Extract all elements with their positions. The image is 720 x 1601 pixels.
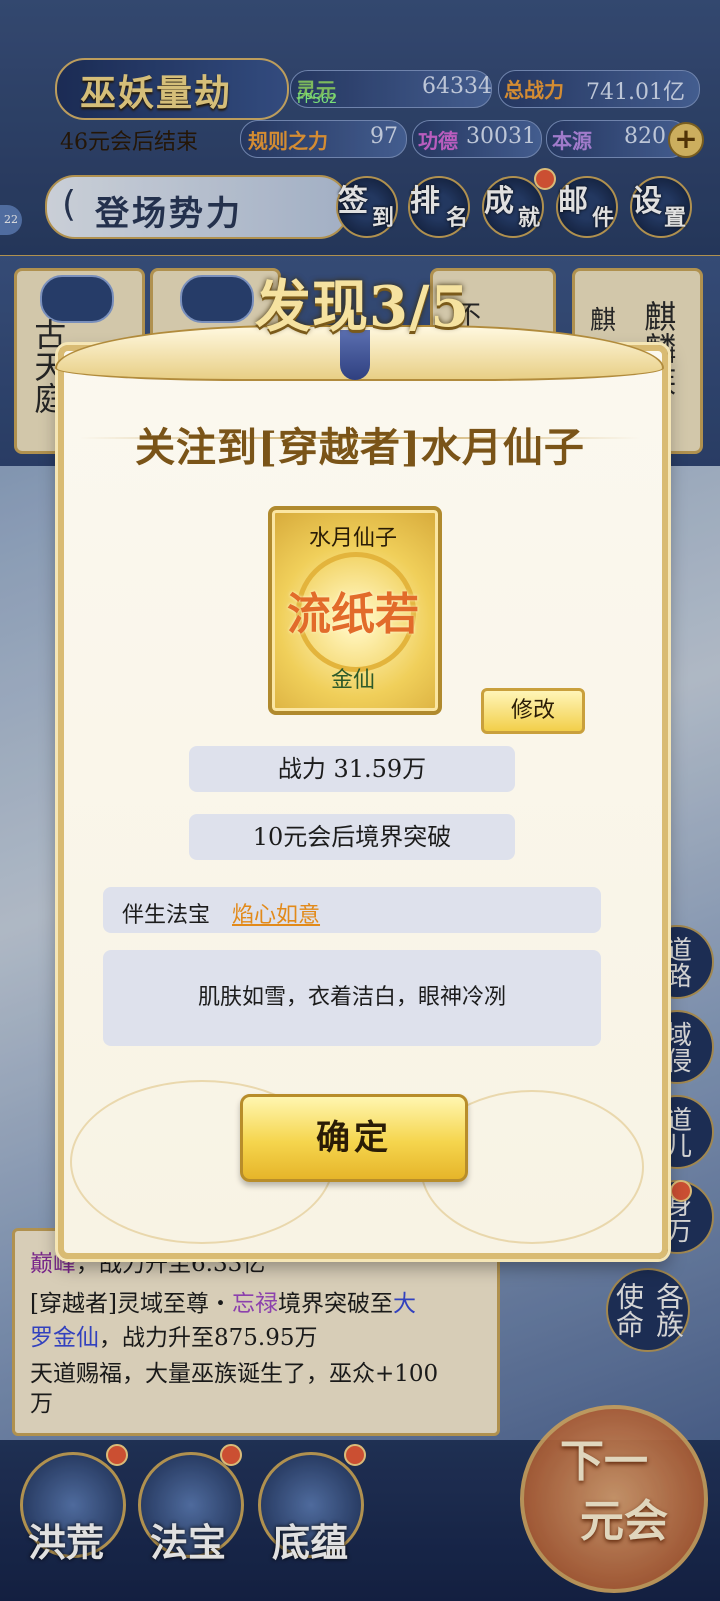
edit-button[interactable]: 修改 [481,688,585,734]
portrait-seal: 流纸若 [287,589,419,640]
character-description: 肌肤如雪，衣着洁白，眼神冷冽 [103,950,601,1046]
companion-treasure-label: 伴生法宝 [122,903,211,928]
companion-treasure-link[interactable]: 焰心如意 [232,897,320,929]
portrait-name: 水月仙子 [308,526,397,551]
discovery-counter: 发现3/5 [255,274,471,340]
confirm-button[interactable]: 确定 [240,1094,468,1182]
breakthrough-display: 10元会后境界突破 [189,814,515,860]
power-display: 战力 31.59万 [189,746,515,792]
portrait-rank: 金仙 [330,668,375,693]
dialog-title: 关注到[穿越者]水月仙子 [135,424,585,471]
